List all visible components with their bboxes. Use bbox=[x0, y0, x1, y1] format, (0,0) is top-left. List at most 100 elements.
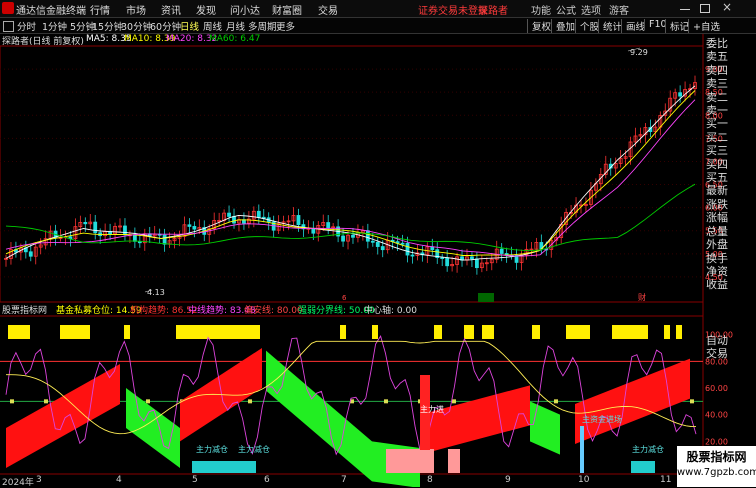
exit-block-1 bbox=[192, 461, 256, 473]
sub-tick-4: 20.00 bbox=[705, 437, 728, 446]
event-marker-finance[interactable]: 财 bbox=[638, 292, 646, 302]
candle-body[interactable] bbox=[187, 224, 192, 227]
label-main-in: 主力进 bbox=[420, 404, 444, 414]
axis-dot bbox=[44, 399, 48, 404]
signal-bar-12 bbox=[612, 325, 648, 339]
axis-dot bbox=[248, 399, 252, 404]
candle-body[interactable] bbox=[375, 241, 380, 247]
signal-bar-4 bbox=[212, 325, 260, 339]
sub-tick-3: 40.00 bbox=[705, 411, 728, 420]
label-fund-in: 主资金进场 bbox=[582, 414, 622, 424]
candle-body[interactable] bbox=[365, 230, 370, 242]
orderbook-label-15: 外盘 bbox=[706, 238, 728, 252]
auto-trade-panel[interactable]: 自动 交易 bbox=[706, 334, 730, 361]
candle-body[interactable] bbox=[445, 257, 450, 267]
watermark-title: 股票指标网 bbox=[686, 450, 747, 464]
label-exit-1: 主力减仓 bbox=[196, 444, 228, 454]
date-month-6: 6 bbox=[264, 475, 270, 485]
orderbook-label-7: 买二 bbox=[706, 130, 728, 144]
date-month-8: 8 bbox=[427, 475, 433, 485]
axis-dot bbox=[690, 399, 694, 404]
watermark-url: www.7gpzb.com bbox=[677, 467, 756, 478]
orderbook-label-11: 最新 bbox=[706, 184, 728, 198]
orderbook-label-2: 卖四 bbox=[706, 63, 728, 77]
signal-bar-5 bbox=[340, 325, 346, 339]
orderbook-label-17: 净资 bbox=[706, 264, 728, 278]
candle-body[interactable] bbox=[232, 216, 236, 224]
date-year: 2024年 bbox=[2, 478, 34, 488]
orderbook-label-3: 卖三 bbox=[706, 77, 728, 91]
candle-body[interactable] bbox=[93, 221, 98, 234]
chart-canvas[interactable]: 9.008.508.007.507.006.506.005.505.004.50… bbox=[0, 0, 756, 487]
high-price-label: 9.29 bbox=[630, 48, 648, 57]
watermark-logo: 股票指标网 www.7gpzb.com bbox=[677, 446, 756, 487]
candle-body[interactable] bbox=[256, 210, 261, 218]
candle-body[interactable] bbox=[405, 242, 410, 256]
ma-line-ma10 bbox=[5, 90, 696, 256]
candle-body[interactable] bbox=[123, 225, 127, 236]
signal-bar-1 bbox=[60, 325, 90, 339]
candle-body[interactable] bbox=[341, 235, 345, 242]
red-band-4 bbox=[575, 358, 690, 444]
orderbook-label-18: 收益 bbox=[706, 278, 728, 292]
green-band-4 bbox=[530, 401, 560, 455]
candle-body[interactable] bbox=[380, 246, 385, 251]
candle-body[interactable] bbox=[227, 212, 231, 217]
entry-block-2 bbox=[448, 449, 460, 473]
candle-body[interactable] bbox=[474, 258, 479, 269]
candle-body[interactable] bbox=[326, 222, 331, 229]
orderbook-label-5: 卖一 bbox=[706, 104, 728, 118]
orderbook-label-14: 总量 bbox=[706, 224, 728, 238]
candlesticks[interactable] bbox=[4, 75, 697, 275]
low-price-label: 4.13 bbox=[147, 288, 165, 297]
orderbook-label-16: 换手 bbox=[706, 251, 728, 265]
candle-body[interactable] bbox=[296, 215, 301, 226]
date-month-9: 9 bbox=[505, 475, 511, 485]
signal-bar-11 bbox=[566, 325, 590, 339]
signal-bar-2 bbox=[124, 325, 130, 339]
candle-body[interactable] bbox=[28, 251, 33, 257]
axis-dot bbox=[384, 399, 388, 404]
candle-body[interactable] bbox=[351, 234, 355, 238]
orderbook-panel: 委比 卖五 卖四 卖三 卖二 卖一 买一 买二 买三 买四 买五 最新 涨跌 涨幅 总量 外盘 换手 净资 收益 bbox=[706, 37, 730, 292]
green-band-1 bbox=[126, 388, 180, 468]
candle-body[interactable] bbox=[400, 242, 405, 245]
candle-body[interactable] bbox=[499, 248, 504, 254]
event-marker-6[interactable]: 6 bbox=[342, 294, 347, 302]
green-band-2 bbox=[266, 350, 372, 482]
orderbook-label-9: 买四 bbox=[706, 157, 728, 171]
orderbook-label-0: 委比 bbox=[706, 37, 728, 50]
axis-dot bbox=[554, 399, 558, 404]
date-month-11: 11 bbox=[660, 475, 672, 485]
signal-bar-9 bbox=[482, 325, 494, 339]
candle-body[interactable] bbox=[162, 234, 167, 245]
signal-bar-3 bbox=[176, 325, 212, 339]
event-marker-box[interactable] bbox=[478, 293, 494, 302]
fund-bar bbox=[580, 426, 584, 473]
candle-body[interactable] bbox=[410, 254, 415, 257]
label-exit-3: 主力减仓 bbox=[632, 444, 664, 454]
signal-bar-10 bbox=[532, 325, 540, 339]
orderbook-label-8: 买三 bbox=[706, 144, 728, 158]
auto-label[interactable]: 自动 bbox=[706, 334, 730, 347]
label-exit-2: 主力减仓 bbox=[238, 444, 270, 454]
trade-label[interactable]: 交易 bbox=[706, 347, 730, 360]
candle-body[interactable] bbox=[678, 92, 683, 97]
candle-body[interactable] bbox=[311, 227, 316, 234]
candle-body[interactable] bbox=[470, 256, 474, 260]
candle-body[interactable] bbox=[370, 240, 375, 243]
date-month-5: 5 bbox=[192, 475, 198, 485]
candle-body[interactable] bbox=[440, 257, 445, 260]
sub-tick-2: 60.00 bbox=[705, 384, 728, 393]
date-month-7: 7 bbox=[341, 475, 347, 485]
indicator-body bbox=[0, 325, 703, 487]
main-chart-frame bbox=[0, 45, 704, 303]
orderbook-label-12: 涨跌 bbox=[706, 197, 728, 211]
signal-bar-6 bbox=[372, 325, 378, 339]
candle-body[interactable] bbox=[83, 221, 88, 225]
signal-bar-13 bbox=[664, 325, 670, 339]
signal-bar-7 bbox=[434, 325, 442, 339]
candle-body[interactable] bbox=[132, 234, 137, 242]
candle-body[interactable] bbox=[192, 226, 197, 230]
date-month-3: 3 bbox=[36, 475, 42, 485]
